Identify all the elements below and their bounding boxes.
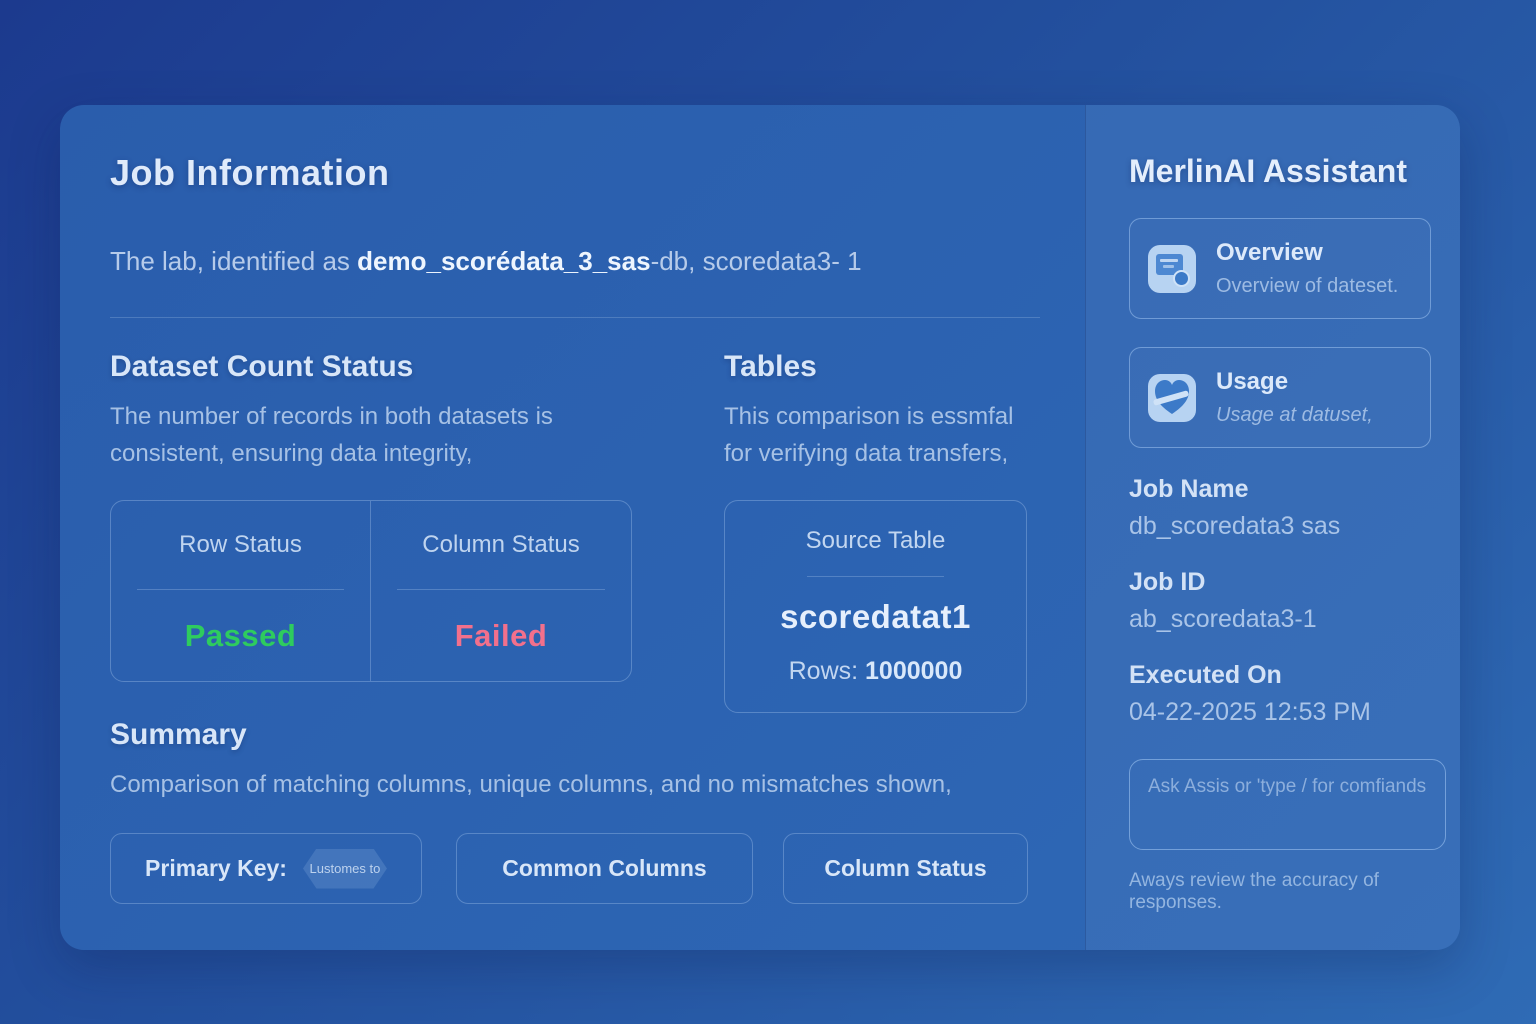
header-divider	[110, 317, 1040, 318]
executed-on-value: 04-22-2025 12:53 PM	[1129, 698, 1431, 727]
assistant-usage-card[interactable]: Usage Usage at datuset,	[1129, 347, 1431, 448]
primary-key-card: Primary Key: Lustomes to	[110, 833, 422, 904]
job-subtitle: The lab, identified as demo_scorédata_3_…	[110, 246, 1040, 277]
assistant-title: MerlinAI Assistant	[1129, 153, 1431, 190]
column-status-column: Column Status Failed	[371, 501, 631, 681]
tables-title: Tables	[724, 350, 1027, 384]
rows-value: 1000000	[865, 657, 962, 685]
row-status-value: Passed	[111, 590, 370, 681]
main-panel: Job Information The lab, identified as d…	[60, 105, 1460, 950]
page-title: Job Information	[110, 152, 1040, 194]
executed-on-label: Executed On	[1129, 661, 1431, 690]
primary-key-badge: Lustomes to	[303, 849, 387, 889]
assistant-footer-note: Aways review the accuracy of responses.	[1129, 870, 1431, 914]
job-name-label: Job Name	[1129, 475, 1431, 504]
job-name-field: Job Name db_scoredata3 sas	[1129, 475, 1431, 541]
job-subtitle-dataset-name: demo_scorédata_3_sas	[357, 246, 650, 276]
status-table: Row Status Passed Column Status Failed	[110, 500, 632, 682]
overview-card-title: Overview	[1216, 239, 1398, 267]
column-status-header: Column Status	[371, 501, 631, 589]
job-subtitle-suffix: -db, scoredata3- 1	[651, 246, 862, 276]
usage-card-title: Usage	[1216, 368, 1373, 396]
primary-key-label: Primary Key:	[145, 855, 287, 882]
usage-icon	[1148, 374, 1196, 422]
source-table-name: scoredatat1	[749, 598, 1002, 636]
tables-description: This comparison is essmfal for verifying…	[724, 398, 1027, 472]
rows-label: Rows:	[789, 657, 865, 685]
column-status-value: Failed	[371, 590, 631, 681]
source-table-divider	[807, 576, 944, 577]
usage-card-subtitle: Usage at datuset,	[1216, 404, 1373, 427]
tables-section: Tables This comparison is essmfal for ve…	[724, 350, 1027, 904]
row-status-header: Row Status	[111, 501, 370, 589]
overview-card-subtitle: Overview of dateset.	[1216, 275, 1398, 298]
assistant-overview-card[interactable]: Overview Overview of dateset.	[1129, 218, 1431, 319]
executed-on-field: Executed On 04-22-2025 12:53 PM	[1129, 661, 1431, 727]
source-table-rows: Rows: 1000000	[749, 657, 1002, 686]
job-id-value: ab_scoredata3-1	[1129, 605, 1431, 634]
assistant-sidebar: MerlinAI Assistant Overview Overview of …	[1085, 105, 1460, 950]
job-subtitle-prefix: The lab, identified as	[110, 246, 357, 276]
job-id-label: Job ID	[1129, 568, 1431, 597]
dataset-count-status-description: The number of records in both datasets i…	[110, 398, 632, 472]
dataset-count-status-title: Dataset Count Status	[110, 350, 632, 384]
common-columns-button[interactable]: Common Columns	[456, 833, 753, 904]
assistant-input[interactable]	[1129, 759, 1446, 850]
row-status-column: Row Status Passed	[111, 501, 371, 681]
job-id-field: Job ID ab_scoredata3-1	[1129, 568, 1431, 634]
job-information-section: Job Information The lab, identified as d…	[60, 105, 1085, 950]
job-name-value: db_scoredata3 sas	[1129, 512, 1431, 541]
source-table-label: Source Table	[749, 527, 1002, 555]
source-table-card: Source Table scoredatat1 Rows: 1000000	[724, 500, 1027, 713]
overview-icon	[1148, 245, 1196, 293]
dataset-count-status-section: Dataset Count Status The number of recor…	[110, 350, 632, 904]
